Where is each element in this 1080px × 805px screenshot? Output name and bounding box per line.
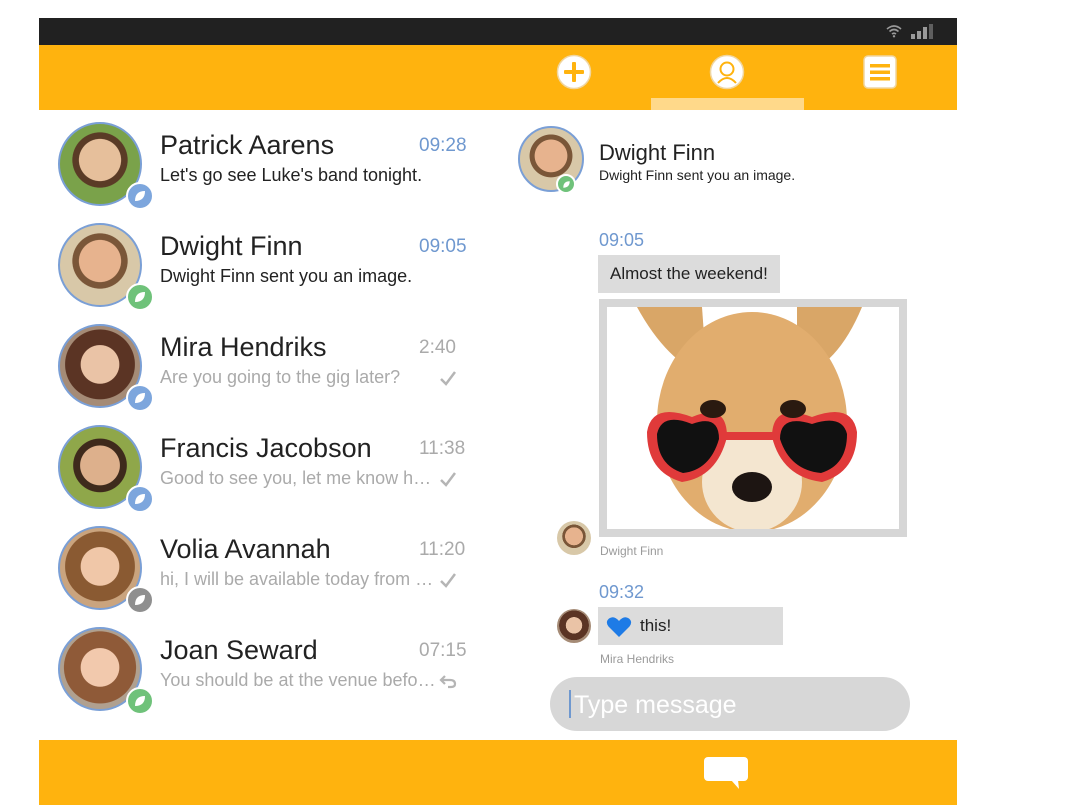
signal-icon xyxy=(911,24,933,39)
avatar xyxy=(518,126,584,194)
message-preview: hi, I will be available today from 3:... xyxy=(160,569,440,589)
contact-name: Joan Seward xyxy=(160,635,318,665)
message-time: 11:38 xyxy=(419,438,466,459)
message-input[interactable] xyxy=(572,677,896,733)
leaf-icon xyxy=(126,384,154,412)
check-icon xyxy=(440,573,456,588)
text-cursor xyxy=(569,690,571,718)
chat-contact-name: Dwight Finn xyxy=(599,140,716,165)
add-plus-icon[interactable] xyxy=(556,54,592,90)
conversation-list: Patrick Aarens Let's go see Luke's band … xyxy=(39,110,489,738)
message-bubble: Almost the weekend! xyxy=(598,255,780,293)
wifi-icon xyxy=(886,25,902,38)
menu-icon[interactable] xyxy=(862,54,898,90)
check-icon xyxy=(440,371,456,386)
sender-name: Mira Hendriks xyxy=(600,652,675,666)
message-time: 09:28 xyxy=(419,135,467,156)
chat-bubble-icon[interactable] xyxy=(703,756,749,790)
chat-contact-subtitle: Dwight Finn sent you an image. xyxy=(599,167,796,183)
dog-with-heart-sunglasses-image xyxy=(607,307,899,529)
message-timestamp: 09:05 xyxy=(599,230,645,250)
leaf-icon xyxy=(126,586,154,614)
message-time: 11:20 xyxy=(419,539,466,560)
avatar xyxy=(58,526,154,614)
contact-name: Francis Jacobson xyxy=(160,433,372,463)
contact-name: Mira Hendriks xyxy=(160,332,327,362)
contact-name: Dwight Finn xyxy=(160,231,303,261)
avatar xyxy=(58,627,154,715)
message-time: 07:15 xyxy=(419,640,467,661)
conversation-item[interactable]: Joan Seward You should be at the venue b… xyxy=(39,615,489,715)
message-preview: Are you going to the gig later? xyxy=(160,367,401,387)
status-bar xyxy=(39,18,957,45)
message-time: 09:05 xyxy=(419,236,467,257)
active-tab-indicator xyxy=(651,98,804,110)
conversation-item[interactable]: Volia Avannah hi, I will be available to… xyxy=(39,514,489,614)
message-timestamp: 09:32 xyxy=(599,582,645,602)
avatar xyxy=(58,324,154,412)
conversation-item[interactable]: Patrick Aarens Let's go see Luke's band … xyxy=(39,110,489,210)
avatar xyxy=(58,122,154,210)
message-time: 2:40 xyxy=(419,337,456,358)
leaf-icon xyxy=(556,174,576,194)
chat-pane: Dwight Finn Dwight Finn sent you an imag… xyxy=(509,110,957,738)
bottom-nav-bar xyxy=(39,740,957,805)
messaging-app: Patrick Aarens Let's go see Luke's band … xyxy=(39,18,957,805)
conversation-item[interactable]: Dwight Finn Dwight Finn sent you an imag… xyxy=(39,211,489,311)
message-text: this! xyxy=(640,616,672,635)
message-preview: Dwight Finn sent you an image. xyxy=(160,266,413,286)
avatar xyxy=(557,521,591,555)
top-nav-bar xyxy=(39,45,957,110)
leaf-icon xyxy=(126,687,154,715)
contact-name: Volia Avannah xyxy=(160,534,331,564)
leaf-icon xyxy=(126,182,154,210)
heart-icon xyxy=(606,617,632,637)
profile-icon[interactable] xyxy=(709,54,745,90)
check-icon xyxy=(440,472,456,487)
contact-name: Patrick Aarens xyxy=(160,130,335,160)
avatar xyxy=(557,609,591,643)
message-preview: You should be at the venue before... xyxy=(160,670,440,690)
message-bubble: this! xyxy=(598,607,783,645)
leaf-icon xyxy=(126,283,154,311)
avatar xyxy=(58,223,154,311)
message-preview: Let's go see Luke's band tonight. xyxy=(160,165,423,185)
leaf-icon xyxy=(126,485,154,513)
image-attachment[interactable] xyxy=(599,299,907,537)
reply-icon xyxy=(439,675,457,689)
conversation-item[interactable]: Francis Jacobson Good to see you, let me… xyxy=(39,413,489,513)
sender-name: Dwight Finn xyxy=(600,544,664,558)
avatar xyxy=(58,425,154,513)
message-preview: Good to see you, let me know how... xyxy=(160,468,440,488)
message-composer[interactable] xyxy=(550,677,910,733)
conversation-item[interactable]: Mira Hendriks Are you going to the gig l… xyxy=(39,312,489,412)
